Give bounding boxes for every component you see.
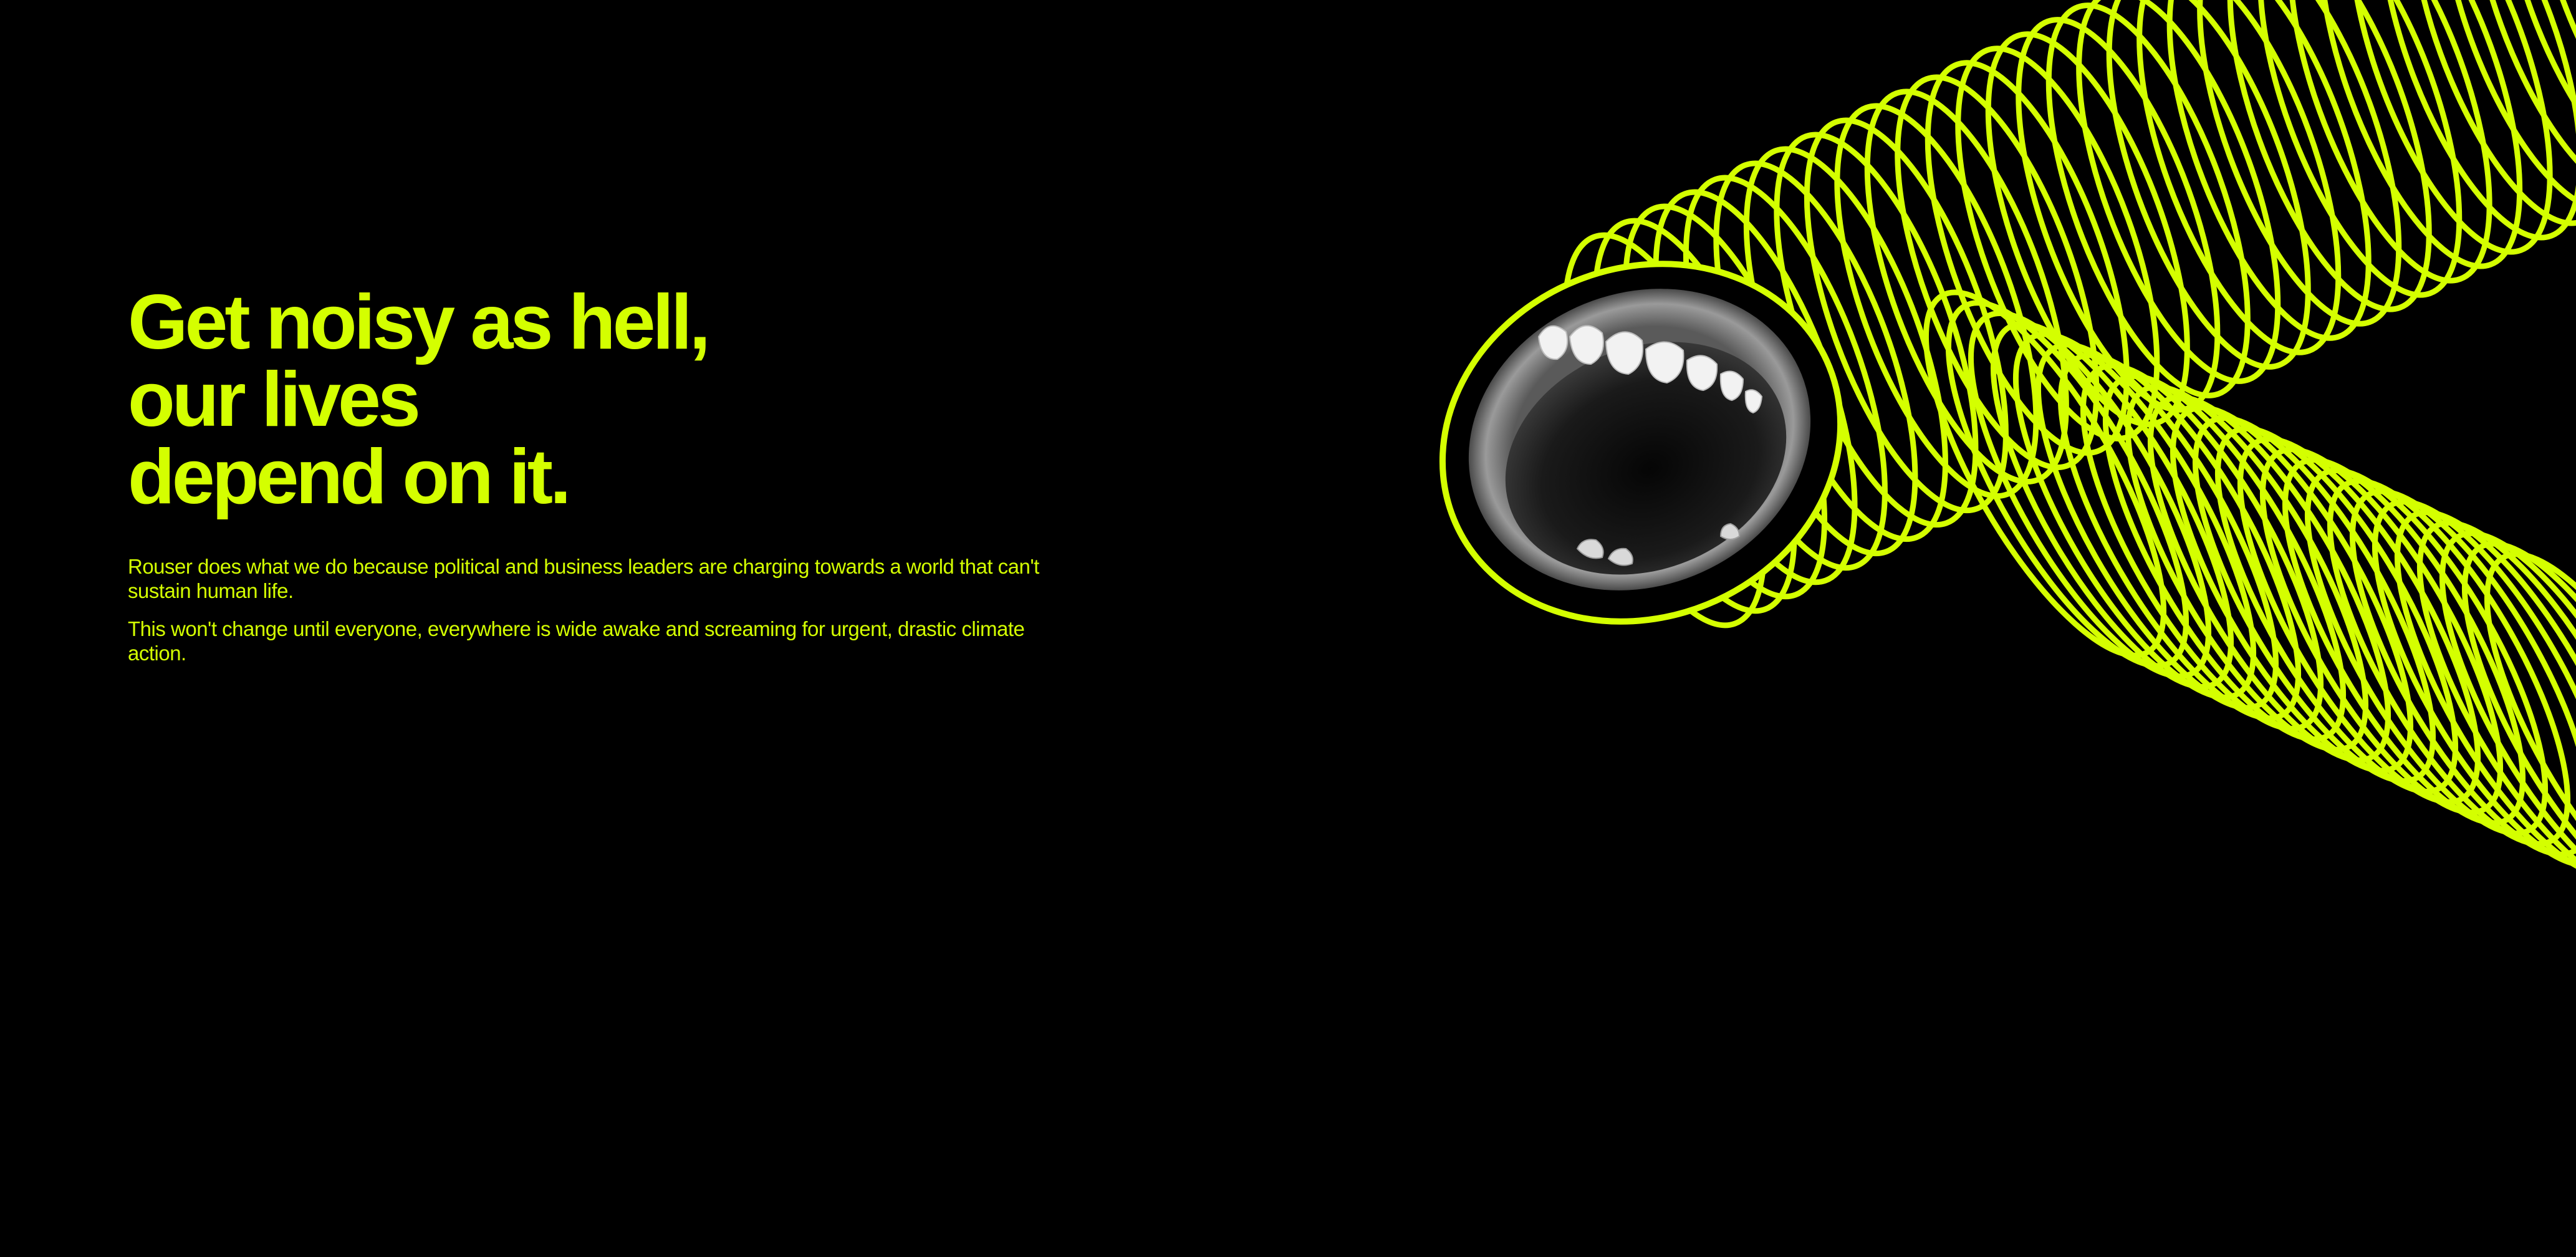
headline-line-1: Get noisy as hell, <box>128 279 711 365</box>
screaming-mouth-illustration <box>1372 0 2576 873</box>
headline-line-3: depend on it. <box>128 434 572 520</box>
headline: Get noisy as hell, our lives depend on i… <box>128 284 1063 516</box>
hero-text-block: Get noisy as hell, our lives depend on i… <box>128 284 1063 679</box>
body-paragraph-1: Rouser does what we do because political… <box>128 555 1039 602</box>
body-copy: Rouser does what we do because political… <box>128 554 1063 665</box>
hero-section: Get noisy as hell, our lives depend on i… <box>0 0 2576 1257</box>
body-paragraph-2: This won't change until everyone, everyw… <box>128 617 1025 665</box>
headline-line-2: our lives <box>128 357 421 443</box>
